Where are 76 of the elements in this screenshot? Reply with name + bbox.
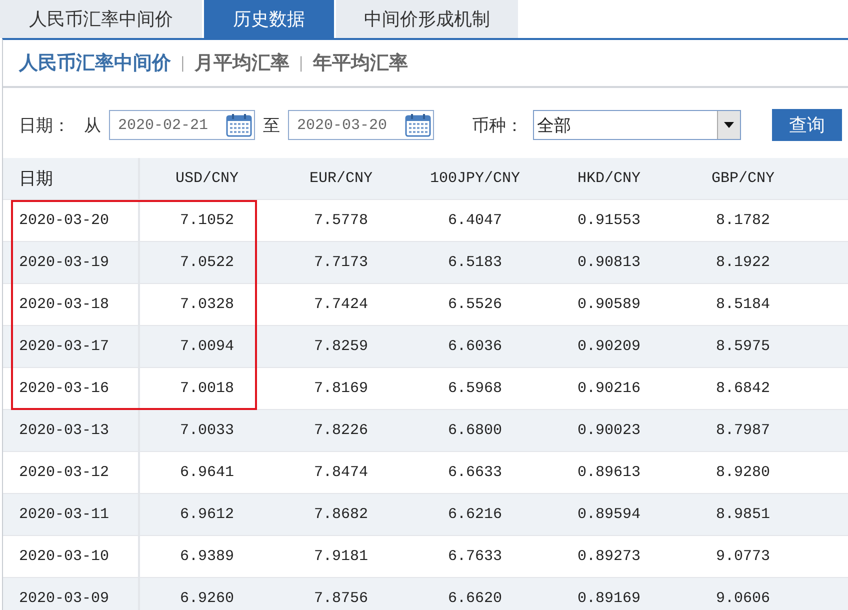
to-date-field[interactable]: 2020-03-20: [288, 110, 434, 140]
table-cell-text: 6.9260: [178, 589, 235, 609]
subnav-link[interactable]: 月平均汇率: [194, 50, 290, 76]
table-cell-text: 7.8474: [312, 463, 369, 483]
table-cell-text: 6.6216: [446, 505, 503, 525]
table-cell-text: 6.5183: [446, 253, 503, 273]
table-cell-text: 7.0033: [178, 421, 235, 441]
table-cell-text: 8.5184: [714, 295, 771, 315]
table-cell-text: 6.4047: [446, 211, 503, 231]
from-date-field[interactable]: 2020-02-21: [109, 110, 255, 140]
column-header: USD/CNY: [174, 169, 240, 189]
separator: |: [299, 53, 303, 73]
calendar-icon[interactable]: [405, 113, 431, 137]
table-cell-text: 7.7173: [312, 253, 369, 273]
table-cell-text: 6.6036: [446, 337, 503, 357]
table-cell-text: 7.8226: [312, 421, 369, 441]
table-cell-text: 8.5975: [714, 337, 771, 357]
calendar-icon[interactable]: [226, 113, 252, 137]
table-cell: 2020-03-09: [3, 578, 140, 610]
subnav-link[interactable]: 人民币汇率中间价: [19, 50, 171, 76]
table-cell-text: 6.5968: [446, 379, 503, 399]
table-cell-text: 9.0773: [714, 547, 771, 567]
table-cell-text: 0.90589: [576, 295, 642, 315]
table-cell-text: 0.89613: [576, 463, 642, 483]
table-cell-text: 7.8682: [312, 505, 369, 525]
from-label: 从: [84, 114, 101, 136]
table-cell-text: 7.7424: [312, 295, 369, 315]
column-header: GBP/CNY: [710, 169, 776, 189]
table-cell-text: 8.1922: [714, 253, 771, 273]
table-cell-text: 0.90813: [576, 253, 642, 273]
column-header: 100JPY/CNY: [428, 169, 521, 189]
tab[interactable]: 人民币汇率中间价: [0, 0, 202, 38]
table-cell-text: 7.0522: [178, 253, 235, 273]
table-cell-text: 0.90216: [576, 379, 642, 399]
table-cell-text: 6.9641: [178, 463, 235, 483]
table-cell-text: 0.90209: [576, 337, 642, 357]
table-cell-text: 0.89273: [576, 547, 642, 567]
table-cell-text: 8.9851: [714, 505, 771, 525]
currency-select[interactable]: 全部: [533, 110, 741, 140]
query-button[interactable]: 查询: [772, 109, 842, 141]
table-cell-text: 8.1782: [714, 211, 771, 231]
table-cell-text: 7.9181: [312, 547, 369, 567]
table-cell-text: 6.9612: [178, 505, 235, 525]
currency-label: 币种：: [472, 114, 523, 136]
table-cell-text: 0.90023: [576, 421, 642, 441]
table-cell-text: 6.6800: [446, 421, 503, 441]
table-cell-text: 7.1052: [178, 211, 235, 231]
table-cell-text: 0.89169: [576, 589, 642, 609]
table-cell-text: 6.5526: [446, 295, 503, 315]
tab[interactable]: 中间价形成机制: [336, 0, 518, 38]
table-cell-text: 7.8169: [312, 379, 369, 399]
table-cell-text: 9.0606: [714, 589, 771, 609]
table-cell-text: 8.7987: [714, 421, 771, 441]
table-cell-text: 7.0094: [178, 337, 235, 357]
table-cell-text: 8.9280: [714, 463, 771, 483]
table-cell-text: 7.0018: [178, 379, 235, 399]
table-cell-text: 0.89594: [576, 505, 642, 525]
separator: |: [181, 53, 184, 73]
table-cell-text: 7.8756: [312, 589, 369, 609]
column-header: HKD/CNY: [576, 169, 642, 189]
column-header: 日期: [3, 158, 140, 199]
table-cell-text: 6.9389: [178, 547, 235, 567]
table-cell-text: 6.6620: [446, 589, 503, 609]
table-cell-text: 0.91553: [576, 211, 642, 231]
table-cell-text: 7.0328: [178, 295, 235, 315]
subnav-link[interactable]: 年平均汇率: [312, 50, 408, 76]
to-label: 至: [263, 114, 280, 136]
column-header: EUR/CNY: [308, 169, 374, 189]
tab[interactable]: 历史数据: [204, 0, 334, 38]
table-cell-text: 7.8259: [312, 337, 369, 357]
table-cell-text: 8.6842: [714, 379, 771, 399]
table-cell-text: 6.7633: [446, 547, 503, 567]
table-cell-text: 7.5778: [312, 211, 369, 231]
date-label: 日期：: [19, 114, 70, 136]
caret-icon: [724, 122, 734, 128]
table-cell-text: 6.6633: [446, 463, 503, 483]
